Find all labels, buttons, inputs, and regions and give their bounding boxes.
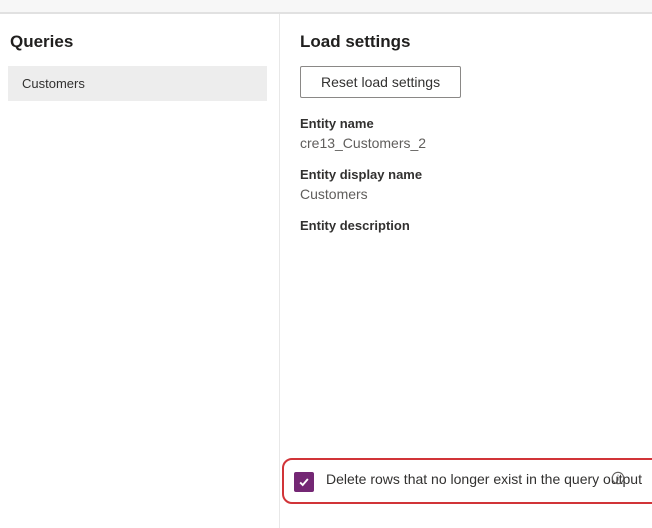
delete-rows-checkbox[interactable] [294,472,314,492]
queries-heading: Queries [8,32,267,52]
entity-description-label: Entity description [300,218,632,233]
load-settings-heading: Load settings [300,32,632,52]
entity-display-name-group: Entity display name Customers [300,167,632,202]
reset-load-settings-button[interactable]: Reset load settings [300,66,461,98]
entity-name-label: Entity name [300,116,632,131]
queries-pane: Queries Customers [0,14,280,528]
query-item-customers[interactable]: Customers [8,66,267,101]
delete-rows-checkbox-label[interactable]: Delete rows that no longer exist in the … [326,470,642,490]
content-wrapper: Queries Customers Load settings Reset lo… [0,13,652,528]
query-item-label: Customers [22,76,85,91]
top-toolbar-strip [0,0,652,13]
entity-name-value: cre13_Customers_2 [300,135,632,151]
delete-rows-highlight: Delete rows that no longer exist in the … [282,458,652,504]
entity-display-name-label: Entity display name [300,167,632,182]
entity-display-name-value: Customers [300,186,632,202]
check-icon [298,476,310,488]
load-settings-pane: Load settings Reset load settings Entity… [280,14,652,528]
entity-description-group: Entity description [300,218,632,233]
entity-name-group: Entity name cre13_Customers_2 [300,116,632,151]
info-icon[interactable] [610,470,626,486]
